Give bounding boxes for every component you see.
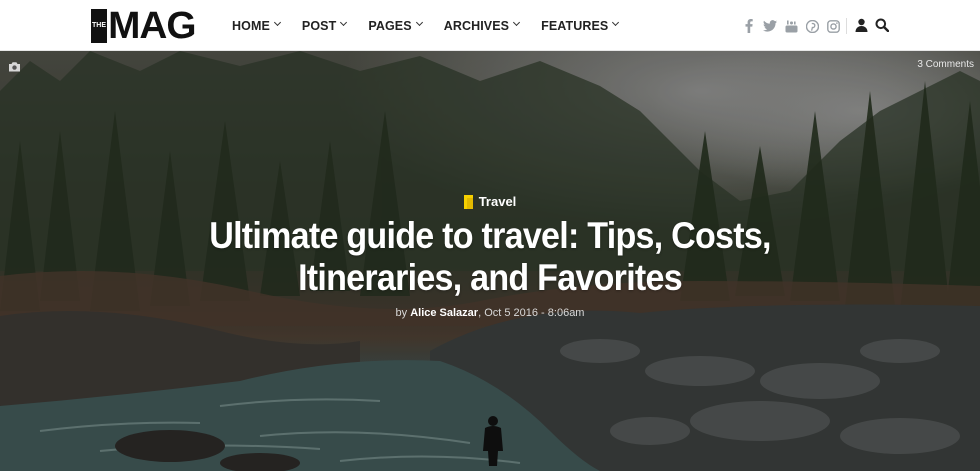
post-date: , Oct 5 2016 - 8:06am [478, 307, 585, 319]
youtube-icon[interactable] [784, 19, 798, 33]
post-meta: by Alice Salazar, Oct 5 2016 - 8:06am [0, 307, 980, 319]
search-icon[interactable] [875, 18, 890, 33]
logo-mag-text: MAG [108, 5, 196, 47]
chevron-down-icon [340, 18, 348, 27]
chevron-down-icon [415, 18, 423, 27]
site-logo[interactable]: THE MAG [91, 5, 197, 47]
chevron-down-icon [612, 18, 620, 27]
user-icon[interactable] [855, 18, 868, 32]
camera-icon[interactable] [8, 59, 21, 72]
nav-item-label: FEATURES [541, 18, 609, 33]
header-divider [846, 18, 847, 34]
pinterest-icon[interactable] [805, 19, 819, 33]
nav-item-home[interactable]: HOME [232, 18, 281, 33]
twitter-icon[interactable] [763, 19, 777, 33]
nav-item-post[interactable]: POST [301, 18, 348, 33]
category-label: Travel [478, 194, 517, 209]
category-badge[interactable]: Travel [0, 194, 980, 209]
nav-item-label: POST [301, 18, 337, 33]
post-author-link[interactable]: Alice Salazar [410, 307, 478, 319]
nav-item-features[interactable]: FEATURES [541, 18, 620, 33]
comments-count-link[interactable]: 3 Comments [917, 59, 974, 70]
post-meta-by: by [395, 307, 408, 319]
logo-the-badge: THE [91, 9, 107, 43]
site-header: THE MAG HOME POST PAGES ARCHIVES FEATURE… [0, 0, 980, 51]
chevron-down-icon [513, 18, 521, 27]
nav-item-label: ARCHIVES [443, 18, 510, 33]
post-title-line-1: Ultimate guide to travel: Tips, Costs, [209, 215, 771, 256]
main-nav: HOME POST PAGES ARCHIVES FEATURES [232, 0, 640, 51]
post-title[interactable]: Ultimate guide to travel: Tips, Costs, I… [168, 215, 812, 299]
instagram-icon[interactable] [826, 19, 840, 33]
nav-item-label: PAGES [368, 18, 412, 33]
social-links [742, 17, 847, 35]
facebook-icon[interactable] [742, 19, 756, 33]
nav-item-label: HOME [232, 18, 270, 33]
logo-the-text: THE [92, 22, 106, 29]
folder-icon [463, 194, 473, 209]
hero-featured-post[interactable]: 3 Comments Travel Ultimate guide to trav… [0, 51, 980, 471]
chevron-down-icon [273, 18, 281, 27]
nav-item-pages[interactable]: PAGES [368, 18, 423, 33]
post-title-line-2: Itineraries, and Favorites [298, 257, 683, 298]
nav-item-archives[interactable]: ARCHIVES [443, 18, 521, 33]
